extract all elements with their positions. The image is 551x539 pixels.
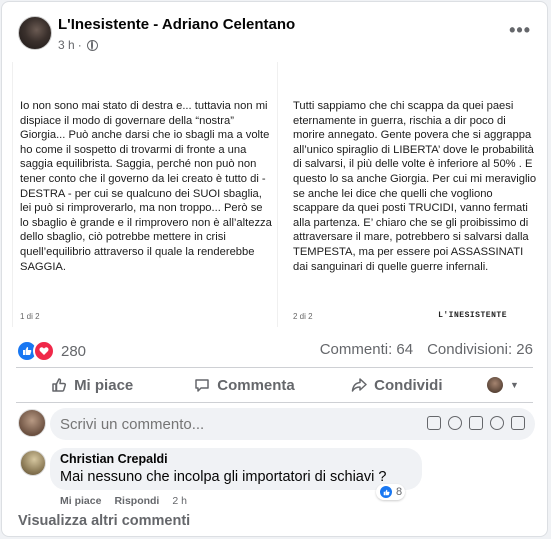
chevron-down-icon: ▼ <box>510 380 519 390</box>
page-avatar[interactable] <box>18 16 52 50</box>
post-header: L'Inesistente - Adriano Celentano 3 h · … <box>16 14 533 58</box>
image-2-page: 2 di 2 <box>293 312 313 321</box>
divider <box>16 402 533 403</box>
post-time[interactable]: 3 h <box>58 38 75 52</box>
comment-text: Mai nessuno che incolpa gli importatori … <box>60 469 387 485</box>
comment-time[interactable]: 2 h <box>172 495 187 507</box>
comment-composer <box>18 408 535 440</box>
share-button[interactable]: Condividi <box>321 377 473 394</box>
comment-label: Commenta <box>217 376 295 394</box>
share-icon <box>351 378 367 392</box>
post-images: Io non sono mai stato di destra e... tut… <box>12 62 540 327</box>
comment-reaction-count: 8 <box>396 486 403 498</box>
love-reaction-icon <box>33 340 55 362</box>
comment-bubble: Christian Crepaldi Mai nessuno che incol… <box>50 448 422 490</box>
camera-icon[interactable] <box>469 416 483 430</box>
emoji-icon[interactable] <box>448 416 462 430</box>
avatar-sticker-icon[interactable] <box>427 416 441 430</box>
reaction-count: 280 <box>61 342 87 360</box>
comment-like-button[interactable]: Mi piace <box>60 495 101 507</box>
profile-avatar <box>487 377 504 393</box>
image-2-text: Tutti sappiamo che chi scappa da quei pa… <box>293 100 537 273</box>
post-stats: 280 Commenti: 64 Condivisioni: 26 <box>16 340 533 362</box>
sticker-icon[interactable] <box>511 416 525 430</box>
post-author[interactable]: L'Inesistente - Adriano Celentano <box>58 16 295 33</box>
more-options-icon[interactable]: ••• <box>509 20 531 41</box>
post-actions: Mi piace Commenta Condividi ▼ <box>16 371 533 399</box>
post-meta: 3 h · <box>58 38 98 52</box>
comment-icon <box>195 379 209 392</box>
divider <box>16 367 533 368</box>
reactions-summary[interactable]: 280 <box>16 340 86 362</box>
brand-watermark: L'INESISTENTE <box>438 311 507 320</box>
image-1-text: Io non sono mai stato di destra e... tut… <box>20 100 272 273</box>
comment-button[interactable]: Commenta <box>168 377 320 394</box>
share-label: Condividi <box>374 376 443 394</box>
comment-actions: Mi piace Rispondi 2 h <box>60 495 187 507</box>
reaction-profile-selector[interactable]: ▼ <box>473 377 533 393</box>
composer-tools <box>427 416 525 430</box>
like-reaction-icon <box>379 485 393 499</box>
comments-count[interactable]: Commenti: 64 <box>320 341 413 358</box>
post-image-1[interactable]: Io non sono mai stato di destra e... tut… <box>12 62 275 327</box>
gif-icon[interactable] <box>490 416 504 430</box>
post-image-2[interactable]: Tutti sappiamo che chi scappa da quei pa… <box>277 62 540 327</box>
comment-reactions[interactable]: 8 <box>376 484 406 500</box>
user-avatar[interactable] <box>18 409 46 437</box>
shares-count[interactable]: Condivisioni: 26 <box>427 341 533 358</box>
like-button[interactable]: Mi piace <box>16 377 168 394</box>
commenter-avatar[interactable] <box>20 450 46 476</box>
like-label: Mi piace <box>74 376 134 394</box>
comment-reply-button[interactable]: Rispondi <box>114 495 159 507</box>
thumbs-up-icon <box>52 378 67 392</box>
image-1-page: 1 di 2 <box>20 312 40 321</box>
post-card: L'Inesistente - Adriano Celentano 3 h · … <box>1 1 548 537</box>
comment-author[interactable]: Christian Crepaldi <box>60 452 412 466</box>
globe-icon <box>86 39 98 51</box>
view-more-comments-link[interactable]: Visualizza altri commenti <box>18 513 190 529</box>
